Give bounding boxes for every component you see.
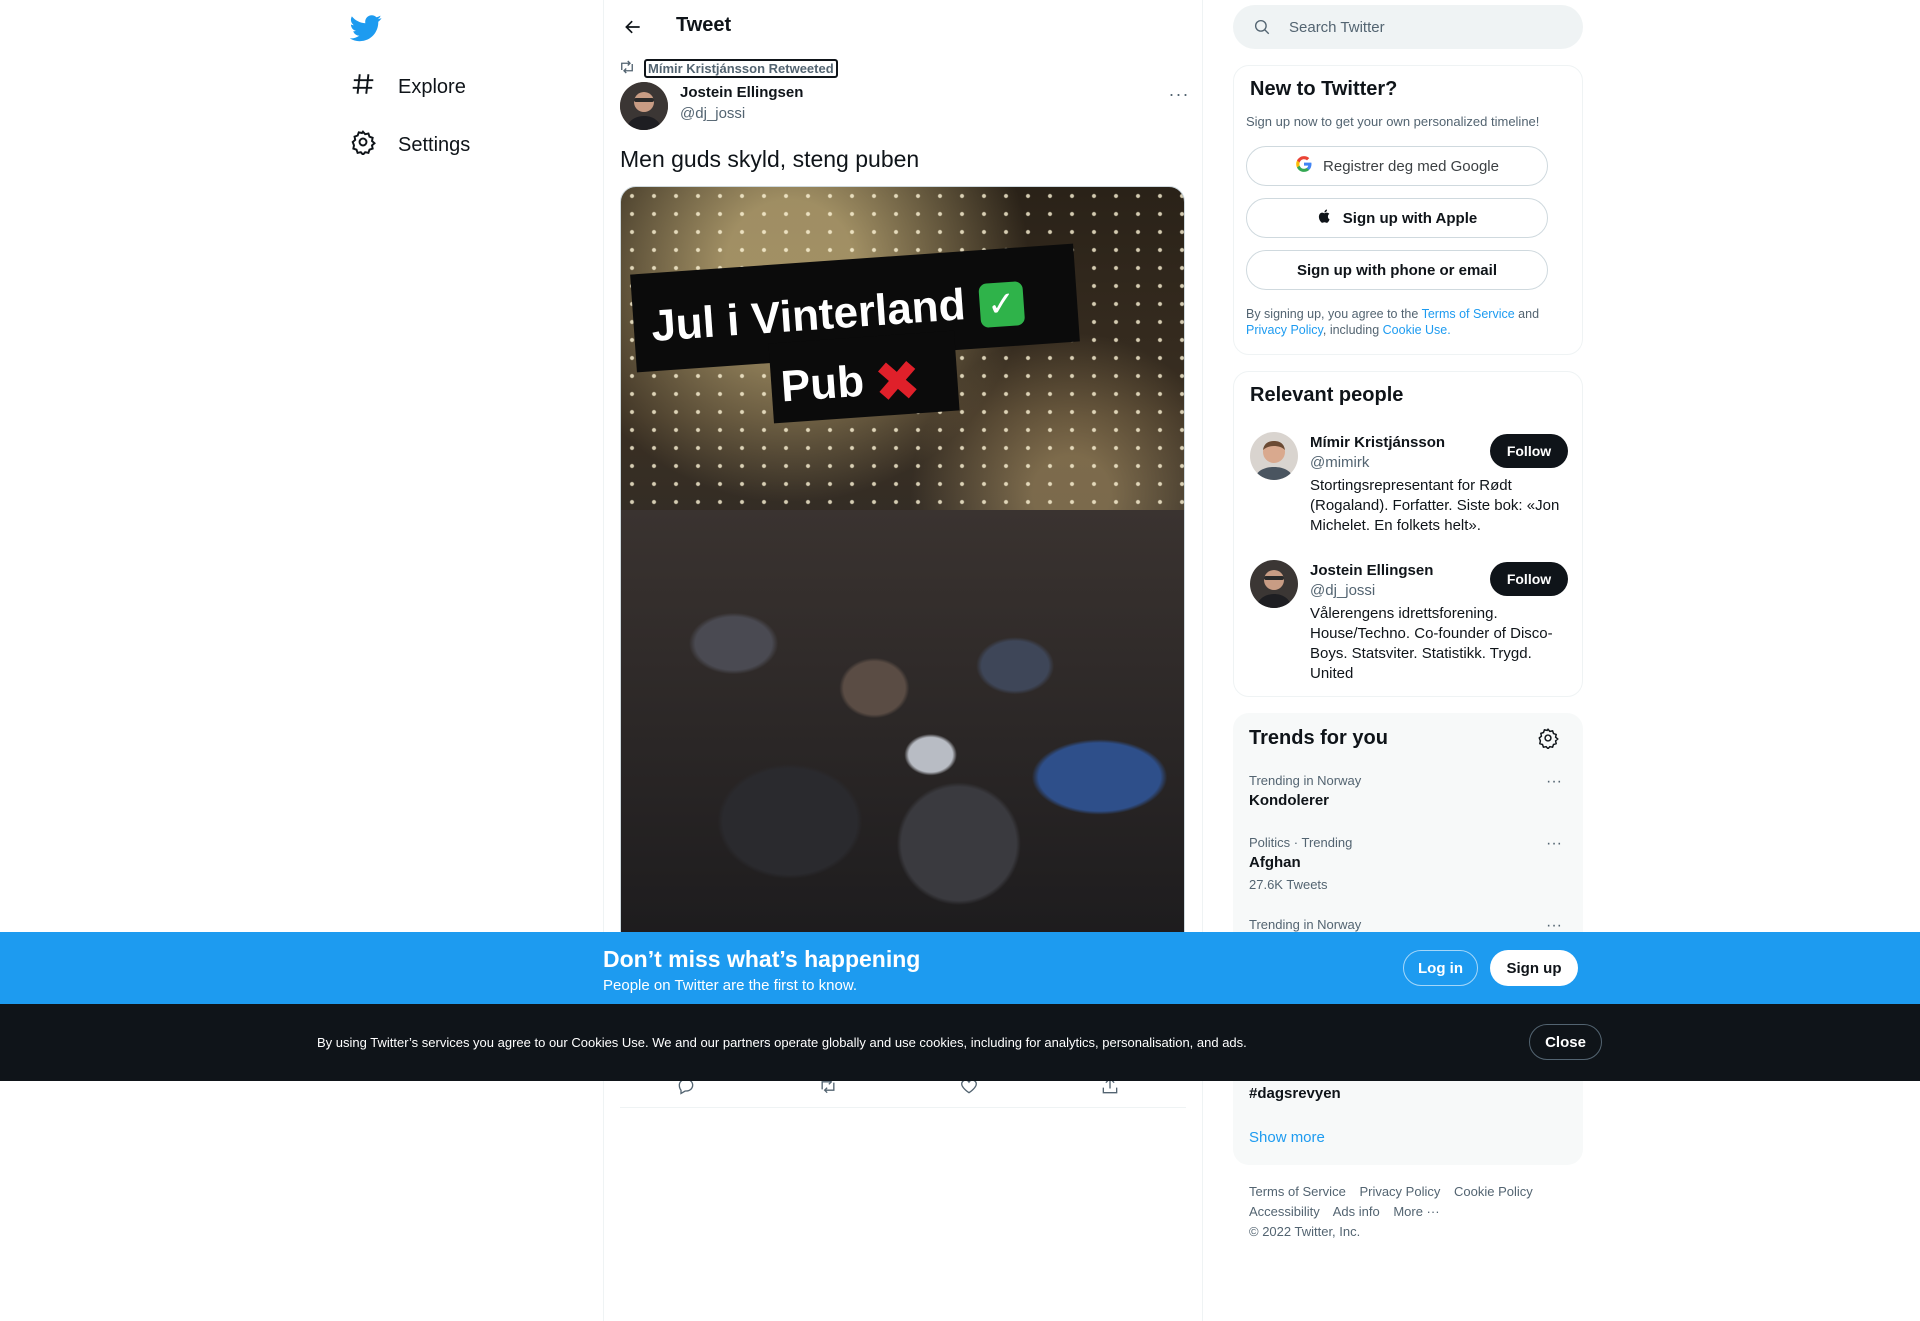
- footer-links: Terms of Service Privacy Policy Cookie P…: [1249, 1182, 1579, 1242]
- trend-meta: Trending in Norway: [1249, 773, 1362, 788]
- footer-link[interactable]: Cookie Policy: [1454, 1184, 1533, 1199]
- google-g-icon: [1295, 155, 1313, 177]
- main-column: Tweet Mímir Kristjánsson Retweeted Joste…: [603, 0, 1203, 1321]
- footer-link[interactable]: Accessibility: [1249, 1204, 1320, 1219]
- relevant-people-card: Relevant people Mímir Kristjánsson @mimi…: [1233, 371, 1583, 697]
- signup-prompt-bar: Don’t miss what’s happening People on Tw…: [0, 932, 1920, 1004]
- avatar[interactable]: [1250, 432, 1298, 480]
- trend-meta: Politics · Trending: [1249, 835, 1353, 850]
- gear-icon[interactable]: [1537, 727, 1561, 751]
- trend-item[interactable]: Trending in Norway Kondolerer ···: [1249, 773, 1567, 809]
- copyright: © 2022 Twitter, Inc.: [1249, 1224, 1361, 1239]
- image-crowd: [621, 509, 1184, 955]
- cross-mark-icon: ✖: [871, 348, 924, 415]
- cookie-consent-bar: By using Twitter’s services you agree to…: [0, 1004, 1920, 1081]
- person-handle[interactable]: @mimirk: [1310, 454, 1369, 471]
- new-to-twitter-title: New to Twitter?: [1250, 78, 1398, 100]
- nav-settings[interactable]: Settings: [350, 121, 470, 169]
- follow-button[interactable]: Follow: [1490, 562, 1568, 596]
- person-name[interactable]: Mímir Kristjánsson: [1310, 434, 1445, 451]
- retweet-icon: [618, 58, 636, 79]
- nav-explore-label: Explore: [398, 75, 466, 98]
- page-title: Tweet: [676, 14, 732, 36]
- trend-name: #dagsrevyen: [1249, 1085, 1341, 1102]
- cookie-consent-text: By using Twitter’s services you agree to…: [317, 1035, 1247, 1050]
- signup-phone-email-button[interactable]: Sign up with phone or email: [1246, 250, 1548, 290]
- footer-link[interactable]: Terms of Service: [1249, 1184, 1346, 1199]
- nav-explore[interactable]: Explore: [350, 63, 466, 111]
- privacy-policy-link[interactable]: Privacy Policy: [1246, 323, 1323, 337]
- back-arrow-icon[interactable]: [616, 10, 650, 44]
- trend-item[interactable]: Politics · Trending Afghan 27.6K Tweets …: [1249, 835, 1567, 892]
- person-handle[interactable]: @dj_jossi: [1310, 582, 1375, 599]
- signup-apple-label: Sign up with Apple: [1342, 209, 1478, 227]
- trend-item[interactable]: #dagsrevyen: [1249, 1081, 1567, 1102]
- signup-prompt-subtitle: People on Twitter are the first to know.: [603, 977, 858, 994]
- more-options-icon[interactable]: ···: [1539, 773, 1569, 791]
- legal-prefix: By signing up, you agree to the: [1246, 307, 1422, 321]
- signup-google-label: Registrer deg med Google: [1323, 157, 1499, 175]
- check-mark-icon: ✓: [977, 281, 1025, 329]
- footer-link[interactable]: Ads info: [1333, 1204, 1380, 1219]
- tweet-image[interactable]: Jul i Vinterland ✓ Pub ✖: [620, 186, 1185, 956]
- retweeted-by-link[interactable]: Mímir Kristjánsson Retweeted: [644, 59, 838, 78]
- apple-icon: [1317, 208, 1333, 228]
- login-button[interactable]: Log in: [1403, 950, 1478, 986]
- nav-settings-label: Settings: [398, 133, 471, 156]
- relevant-people-title: Relevant people: [1250, 384, 1404, 406]
- more-options-icon[interactable]: ···: [1164, 84, 1194, 104]
- gear-icon: [350, 129, 376, 161]
- image-caption-line2: Pub ✖: [779, 347, 923, 423]
- twitter-bird-icon[interactable]: [349, 12, 382, 44]
- trend-item[interactable]: Trending in Norway ···: [1249, 917, 1567, 934]
- trends-title: Trends for you: [1249, 727, 1388, 749]
- terms-of-service-link[interactable]: Terms of Service: [1422, 307, 1515, 321]
- tweet-author-name[interactable]: Jostein Ellingsen: [680, 84, 803, 101]
- tweet-text: Men guds skyld, steng puben: [620, 146, 920, 172]
- tweet-author-handle[interactable]: @dj_jossi: [680, 105, 745, 122]
- search-input[interactable]: [1289, 17, 1559, 37]
- trend-name: Afghan: [1249, 854, 1301, 871]
- cookie-use-link[interactable]: Cookie Use.: [1383, 323, 1451, 337]
- tweet-header: Tweet: [604, 0, 1202, 53]
- legal-and: and: [1514, 307, 1540, 321]
- search-bar[interactable]: [1233, 5, 1583, 49]
- footer-link[interactable]: More ···: [1393, 1204, 1439, 1219]
- new-to-twitter-card: New to Twitter? Sign up now to get your …: [1233, 65, 1583, 355]
- follow-button[interactable]: Follow: [1490, 434, 1568, 468]
- trend-name: Kondolerer: [1249, 792, 1330, 809]
- hashtag-icon: [350, 71, 376, 103]
- more-options-icon[interactable]: ···: [1539, 835, 1569, 853]
- image-caption-line2-text: Pub: [779, 356, 866, 412]
- footer-link[interactable]: Privacy Policy: [1359, 1184, 1440, 1199]
- signup-apple-button[interactable]: Sign up with Apple: [1246, 198, 1548, 238]
- signup-legal-text: By signing up, you agree to the Terms of…: [1246, 306, 1566, 338]
- signup-prompt-title: Don’t miss what’s happening: [603, 946, 921, 972]
- trend-meta: Trending in Norway: [1249, 917, 1362, 932]
- close-button[interactable]: Close: [1529, 1024, 1602, 1060]
- signup-google-button[interactable]: Registrer deg med Google: [1246, 146, 1548, 186]
- signup-button[interactable]: Sign up: [1490, 950, 1578, 986]
- person-name[interactable]: Jostein Ellingsen: [1310, 562, 1433, 579]
- avatar[interactable]: [620, 82, 668, 130]
- new-to-twitter-subtitle: Sign up now to get your own personalized…: [1246, 114, 1540, 129]
- person-bio: Stortingsrepresentant for Rødt (Rogaland…: [1310, 477, 1560, 534]
- show-more-link[interactable]: Show more: [1249, 1129, 1325, 1146]
- avatar[interactable]: [1250, 560, 1298, 608]
- person-bio: Vålerengens idrettsforening. House/Techn…: [1310, 605, 1553, 682]
- retweet-context: Mímir Kristjánsson Retweeted: [618, 58, 838, 79]
- trend-tweet-count: 27.6K Tweets: [1249, 877, 1328, 892]
- legal-including: , including: [1322, 323, 1383, 337]
- signup-phone-label: Sign up with phone or email: [1296, 261, 1497, 279]
